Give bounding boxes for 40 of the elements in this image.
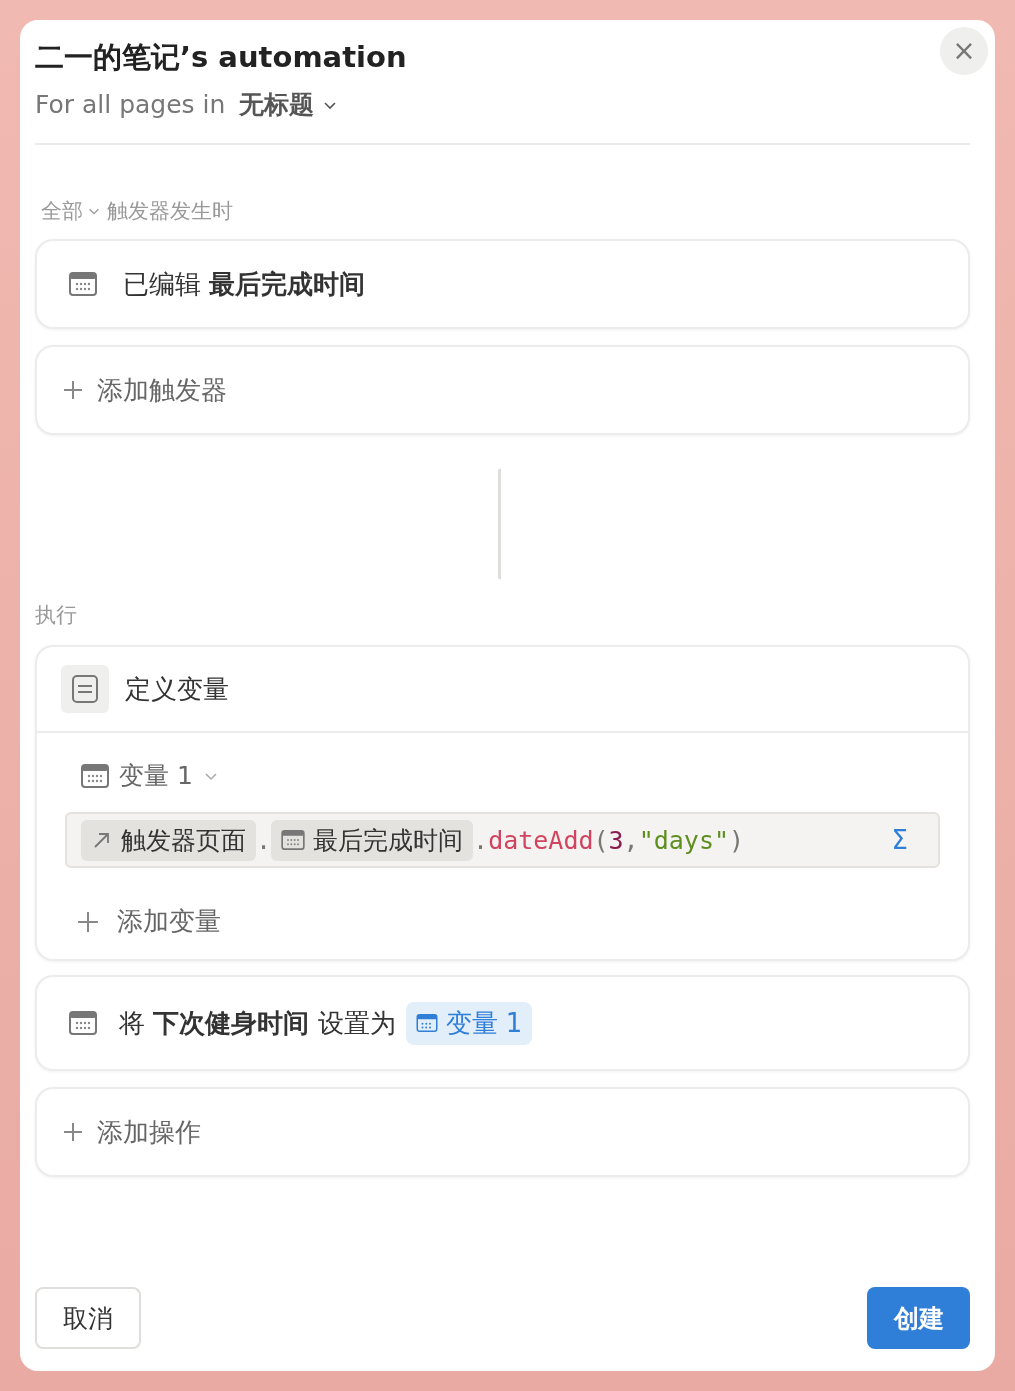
database-dropdown[interactable]: 无标题 bbox=[239, 88, 339, 121]
cancel-button[interactable]: 取消 bbox=[35, 1287, 141, 1349]
create-button[interactable]: 创建 bbox=[867, 1287, 970, 1349]
section-label: 执行 bbox=[35, 602, 78, 629]
variable-dropdown[interactable]: 变量 1 bbox=[81, 759, 219, 792]
formula-code: . bbox=[473, 825, 489, 855]
action-card[interactable]: 将 下次健身时间 设置为 变量 1 bbox=[35, 975, 970, 1071]
formula-code: , bbox=[623, 825, 639, 855]
formula-field[interactable]: 触发器页面 . 最后完成时间 .dateAdd(3,"days") Σ bbox=[65, 812, 940, 868]
calendar-icon bbox=[81, 763, 109, 788]
add-variable-button[interactable]: 添加变量 bbox=[77, 904, 221, 939]
formula-code: ) bbox=[729, 825, 745, 855]
action-title: 定义变量 bbox=[125, 672, 229, 706]
dialog-title: 二一的笔记’s automation bbox=[35, 39, 407, 76]
calendar-icon bbox=[69, 1011, 97, 1035]
add-action-button[interactable]: 添加操作 bbox=[35, 1087, 970, 1177]
plus-icon bbox=[63, 380, 83, 400]
formula-icon: Σ bbox=[891, 825, 908, 855]
section-label: 触发器发生时 bbox=[107, 198, 233, 225]
scope-label: For all pages in bbox=[35, 90, 226, 119]
formula-code: "days" bbox=[638, 825, 729, 855]
plus-icon bbox=[63, 1122, 83, 1142]
calendar-icon bbox=[281, 830, 306, 850]
formula-code: ( bbox=[593, 825, 609, 855]
formula-code: 3 bbox=[608, 825, 624, 855]
calendar-icon bbox=[69, 272, 97, 296]
formula-code: dateAdd bbox=[488, 825, 594, 855]
match-mode-dropdown[interactable]: 全部 bbox=[41, 197, 101, 225]
list-icon bbox=[61, 665, 109, 713]
action-text: 将 下次健身时间 设置为 bbox=[119, 1006, 396, 1040]
variable-chip: 变量 1 bbox=[405, 1001, 533, 1045]
formula-code: . bbox=[256, 825, 272, 855]
add-trigger-button[interactable]: 添加触发器 bbox=[35, 345, 970, 435]
trigger-text: 已编辑 最后完成时间 bbox=[123, 267, 366, 301]
trigger-card[interactable]: 已编辑 最后完成时间 bbox=[35, 239, 970, 329]
close-button[interactable]: × bbox=[940, 27, 988, 75]
calendar-icon bbox=[415, 1014, 438, 1032]
formula-chip: 最后完成时间 bbox=[271, 819, 474, 861]
plus-icon bbox=[77, 910, 99, 933]
formula-chip: 触发器页面 bbox=[81, 819, 256, 861]
